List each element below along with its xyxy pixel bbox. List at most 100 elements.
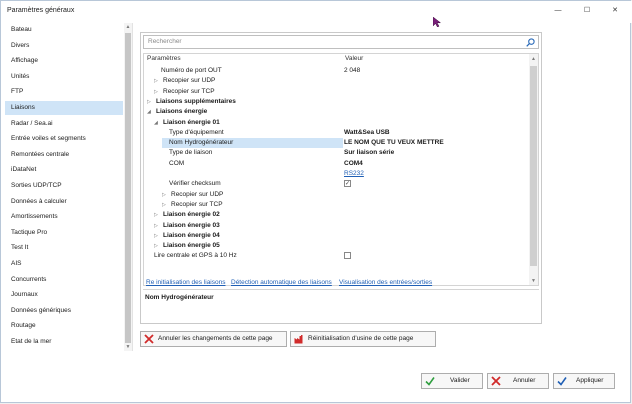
collapsed-arrow-icon[interactable]: ▷ bbox=[162, 190, 166, 200]
grid-row[interactable]: Lire centrale et GPS à 10 Hz bbox=[144, 251, 530, 261]
close-button[interactable]: ✕ bbox=[608, 4, 622, 18]
grid-row[interactable]: ▷ Liaison énergie 03 bbox=[144, 221, 530, 231]
row-checkbox[interactable]: ✓ bbox=[344, 180, 351, 188]
factory-icon bbox=[294, 335, 303, 344]
grid-row[interactable]: RS232 bbox=[144, 169, 530, 179]
scroll-up-icon[interactable]: ▲ bbox=[124, 23, 132, 31]
collapsed-arrow-icon[interactable]: ▷ bbox=[147, 97, 151, 107]
sidebar-item[interactable]: Radar / Sea.ai bbox=[5, 117, 123, 131]
sidebar-item[interactable]: Test It bbox=[5, 241, 123, 255]
sidebar-item[interactable]: Routage bbox=[5, 319, 123, 333]
sidebar-item[interactable]: Bateau bbox=[5, 23, 123, 37]
collapsed-arrow-icon[interactable]: ▷ bbox=[154, 231, 158, 241]
row-label: Numéro de port OUT bbox=[161, 67, 222, 74]
reinit-links-link[interactable]: Re initialisation des liaisons bbox=[146, 277, 226, 289]
sidebar-item[interactable]: Données à calculer bbox=[5, 195, 123, 209]
row-label: Liaison énergie 04 bbox=[163, 231, 220, 239]
grid-row[interactable]: COM COM4 bbox=[144, 159, 530, 169]
maximize-button[interactable]: ☐ bbox=[580, 4, 594, 18]
row-value: COM4 bbox=[344, 159, 363, 167]
sidebar-item[interactable]: iDataNet bbox=[5, 163, 123, 177]
grid-scrollbar[interactable]: ▲ ▼ bbox=[529, 54, 538, 285]
row-value: LE NOM QUE TU VEUX METTRE bbox=[344, 139, 444, 147]
sidebar-item[interactable]: Tactique Pro bbox=[5, 226, 123, 240]
validate-button[interactable]: Valider bbox=[421, 373, 483, 389]
search-placeholder: Rechercher bbox=[148, 38, 182, 45]
grid-row[interactable]: ▷ Liaison énergie 02 bbox=[144, 210, 530, 220]
grid-row[interactable]: ▷ Recopier sur TCP bbox=[144, 200, 530, 210]
sidebar-item[interactable]: Journaux bbox=[5, 288, 123, 302]
validate-label: Valider bbox=[450, 377, 470, 384]
sidebar-item[interactable]: Liaisons bbox=[5, 101, 123, 115]
description-panel: Nom Hydrogénérateur bbox=[143, 289, 539, 322]
row-value: 2 048 bbox=[344, 67, 361, 74]
sidebar-item[interactable]: FTP bbox=[5, 85, 123, 99]
sidebar-item[interactable]: Sorties UDP/TCP bbox=[5, 179, 123, 193]
grid-scroll-thumb[interactable] bbox=[530, 66, 537, 266]
cancel-button[interactable]: Annuler bbox=[487, 373, 549, 389]
apply-button[interactable]: Appliquer bbox=[553, 373, 615, 389]
sidebar-item[interactable]: Entrée voiles et segments bbox=[5, 132, 123, 146]
sidebar-scrollbar[interactable]: ▲ ▼ bbox=[124, 23, 132, 351]
sidebar: ▲ ▼ Bateau Divers Affichage Unités FTP Liaiso… bbox=[5, 23, 133, 351]
search-icon[interactable] bbox=[526, 38, 535, 47]
sidebar-item[interactable]: Etat de la mer bbox=[5, 335, 123, 349]
row-label: Type de liaison bbox=[169, 149, 213, 157]
grid-row[interactable]: Type de liaison Sur liaison série bbox=[144, 148, 530, 158]
search-input[interactable]: Rechercher bbox=[143, 35, 539, 49]
grid-scroll-up-icon[interactable]: ▲ bbox=[529, 55, 538, 63]
grid-row[interactable]: ▷ Recopier sur UDP bbox=[144, 76, 530, 86]
sidebar-item[interactable]: Unités bbox=[5, 70, 123, 84]
factory-reset-label: Réinitialisation d'usine de cette page bbox=[308, 335, 414, 342]
grid-row[interactable]: ▷ Liaison énergie 05 bbox=[144, 241, 530, 251]
sidebar-item[interactable]: Remontées centrale bbox=[5, 148, 123, 162]
sidebar-item[interactable]: Données génériques bbox=[5, 304, 123, 318]
scroll-down-icon[interactable]: ▼ bbox=[124, 343, 132, 351]
factory-reset-button[interactable]: Réinitialisation d'usine de cette page bbox=[290, 331, 436, 347]
grid-row[interactable]: Nom Hydrogénérateur LE NOM QUE TU VEUX ME… bbox=[144, 138, 530, 149]
grid-row[interactable]: Vérifier checksum ✓ bbox=[144, 179, 530, 189]
sidebar-item[interactable]: Affichage bbox=[5, 54, 123, 68]
cancel-page-changes-button[interactable]: Annuler les changements de cette page bbox=[140, 331, 287, 347]
row-label: Liaison énergie 02 bbox=[163, 211, 220, 219]
grid-row[interactable]: ◢ Liaisons énergie bbox=[144, 107, 530, 117]
row-label: Lire centrale et GPS à 10 Hz bbox=[154, 252, 237, 260]
grid-row[interactable]: Type d'équipement Watt&Sea USB bbox=[144, 128, 530, 138]
sidebar-item[interactable]: AIS bbox=[5, 257, 123, 271]
expanded-arrow-icon[interactable]: ◢ bbox=[154, 118, 158, 128]
row-label: Vérifier checksum bbox=[169, 180, 221, 188]
grid-row[interactable]: ◢ Liaison énergie 01 bbox=[144, 118, 530, 128]
row-label: Liaison énergie 03 bbox=[163, 221, 220, 229]
collapsed-arrow-icon[interactable]: ▷ bbox=[154, 87, 158, 97]
sidebar-scroll-thumb[interactable] bbox=[125, 33, 131, 343]
cancel-page-changes-label: Annuler les changements de cette page bbox=[158, 335, 273, 342]
red-cross-icon bbox=[491, 376, 501, 386]
row-value: Sur liaison série bbox=[344, 149, 395, 157]
row-value-link[interactable]: RS232 bbox=[344, 169, 364, 179]
collapsed-arrow-icon[interactable]: ▷ bbox=[154, 76, 158, 86]
auto-detect-link[interactable]: Détection automatique des liaisons bbox=[231, 277, 332, 289]
links-bar: Re initialisation des liaisons Détection… bbox=[143, 277, 539, 289]
collapsed-arrow-icon[interactable]: ▷ bbox=[154, 241, 158, 251]
settings-window: Paramètres généraux — ☐ ✕ ▲ ▼ Bateau Dive… bbox=[0, 0, 632, 403]
grid-row[interactable]: ▷ Liaison énergie 04 bbox=[144, 231, 530, 241]
row-label: Liaison énergie 01 bbox=[163, 118, 220, 126]
row-label: Recopier sur TCP bbox=[171, 200, 223, 208]
grid-row[interactable]: Numéro de port OUT 2 048 bbox=[144, 66, 530, 76]
grid-row[interactable]: ▷ Recopier sur UDP bbox=[144, 190, 530, 200]
sidebar-item[interactable]: Amortissements bbox=[5, 210, 123, 224]
grid-row[interactable]: ▷ Liaisons supplémentaires bbox=[144, 97, 530, 107]
collapsed-arrow-icon[interactable]: ▷ bbox=[154, 221, 158, 231]
sidebar-item[interactable]: Concurrents bbox=[5, 273, 123, 287]
grid-row[interactable]: ▷ Recopier sur TCP bbox=[144, 87, 530, 97]
collapsed-arrow-icon[interactable]: ▷ bbox=[154, 210, 158, 220]
green-check-icon bbox=[425, 377, 435, 386]
sidebar-item[interactable]: Divers bbox=[5, 39, 123, 53]
collapsed-arrow-icon[interactable]: ▷ bbox=[162, 200, 166, 210]
title-bar: Paramètres généraux — ☐ ✕ bbox=[1, 1, 632, 23]
row-checkbox[interactable] bbox=[344, 252, 351, 260]
expanded-arrow-icon[interactable]: ◢ bbox=[147, 107, 151, 117]
window-title: Paramètres généraux bbox=[7, 7, 75, 14]
io-visualization-link[interactable]: Visualisation des entrées/sorties bbox=[339, 277, 432, 289]
minimize-button[interactable]: — bbox=[551, 4, 565, 18]
